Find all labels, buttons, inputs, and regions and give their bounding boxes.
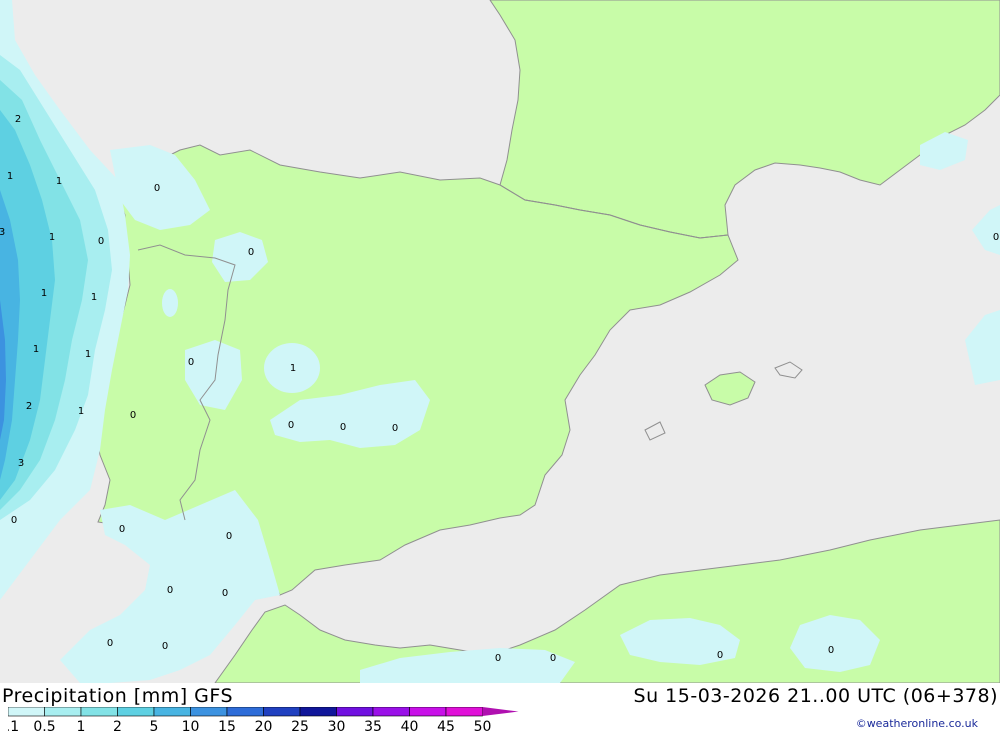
scale-label: 20 <box>255 719 273 733</box>
scale-label: 0.1 <box>8 719 19 733</box>
scale-label: 15 <box>218 719 236 733</box>
scale-label: 50 <box>474 719 492 733</box>
scale-swatch <box>299 707 337 717</box>
precip-value-label: 0 <box>222 588 228 599</box>
precip-value-label: 0 <box>107 638 113 649</box>
precip-value-label: 0 <box>340 422 346 433</box>
scale-swatch-end <box>482 707 519 716</box>
precip-value-label: 0 <box>11 515 17 526</box>
precip-value-label: 2 <box>26 401 32 412</box>
precip-color-scale: 0.10.5125101520253035404550 <box>8 707 519 733</box>
precipitation-map: 2 1 1 0 3 1 0 0 1 1 1 1 0 1 2 1 0 0 0 0 3 0 0 0 0 0 0 0 0 0 0 0 0 <box>0 0 1000 683</box>
precip-value-label: 0 <box>130 410 136 421</box>
precip-value-label: 0 <box>993 232 999 243</box>
scale-swatch <box>117 707 155 717</box>
scale-swatch <box>80 707 118 717</box>
precip-value-label: 0 <box>119 524 125 535</box>
valid-time: Su 15-03-2026 21..00 UTC (06+378) <box>633 685 998 707</box>
credit-link[interactable]: ©weatheronline.co.uk <box>856 717 978 730</box>
precip-value-label: 1 <box>91 292 97 303</box>
precip-value-label: 1 <box>7 171 13 182</box>
precip-value-label: 0 <box>98 236 104 247</box>
scale-label: 30 <box>328 719 346 733</box>
scale-swatch <box>445 707 483 717</box>
scale-swatch <box>190 707 228 717</box>
precip-value-label: 0 <box>495 653 501 664</box>
precip-value-label: 3 <box>0 227 5 238</box>
scale-boxes <box>8 707 519 717</box>
precip-value-label: 0 <box>154 183 160 194</box>
scale-label: 40 <box>401 719 419 733</box>
precip-value-label: 3 <box>18 458 24 469</box>
scale-label: 1 <box>77 719 86 733</box>
scale-label: 2 <box>113 719 122 733</box>
scale-swatch <box>153 707 191 717</box>
precip-value-label: 1 <box>33 344 39 355</box>
scale-label: 5 <box>150 719 159 733</box>
precip-value-label: 1 <box>56 176 62 187</box>
precip-value-label: 0 <box>288 420 294 431</box>
map-title: Precipitation [mm] GFS <box>2 685 234 707</box>
precip-value-label: 0 <box>828 645 834 656</box>
precip-value-label: 0 <box>162 641 168 652</box>
precip-value-label: 0 <box>248 247 254 258</box>
scale-label: 35 <box>364 719 382 733</box>
scale-swatch <box>226 707 264 717</box>
scale-swatch <box>336 707 374 717</box>
scale-label: 45 <box>437 719 455 733</box>
precip-value-label: 1 <box>290 363 296 374</box>
precip-value-label: 1 <box>49 232 55 243</box>
precip-value-label: 1 <box>85 349 91 360</box>
precip-value-label: 0 <box>226 531 232 542</box>
scale-swatch <box>372 707 410 717</box>
scale-swatch <box>44 707 82 717</box>
scale-swatch <box>409 707 447 717</box>
precip-value-label: 0 <box>550 653 556 664</box>
scale-swatch <box>263 707 301 717</box>
precip-value-label: 1 <box>78 406 84 417</box>
scale-label: 25 <box>291 719 309 733</box>
precip-value-label: 1 <box>41 288 47 299</box>
precip-value-label: 0 <box>167 585 173 596</box>
precip-value-label: 0 <box>717 650 723 661</box>
scale-swatch <box>8 707 45 717</box>
precip-value-label: 0 <box>188 357 194 368</box>
footer-panel: Precipitation [mm] GFS Su 15-03-2026 21.… <box>0 683 1000 733</box>
precip-value-label: 2 <box>15 114 21 125</box>
precip-value-label: 0 <box>392 423 398 434</box>
scale-labels: 0.10.5125101520253035404550 <box>8 719 491 733</box>
scale-label: 10 <box>182 719 200 733</box>
scale-label: 0.5 <box>33 719 55 733</box>
